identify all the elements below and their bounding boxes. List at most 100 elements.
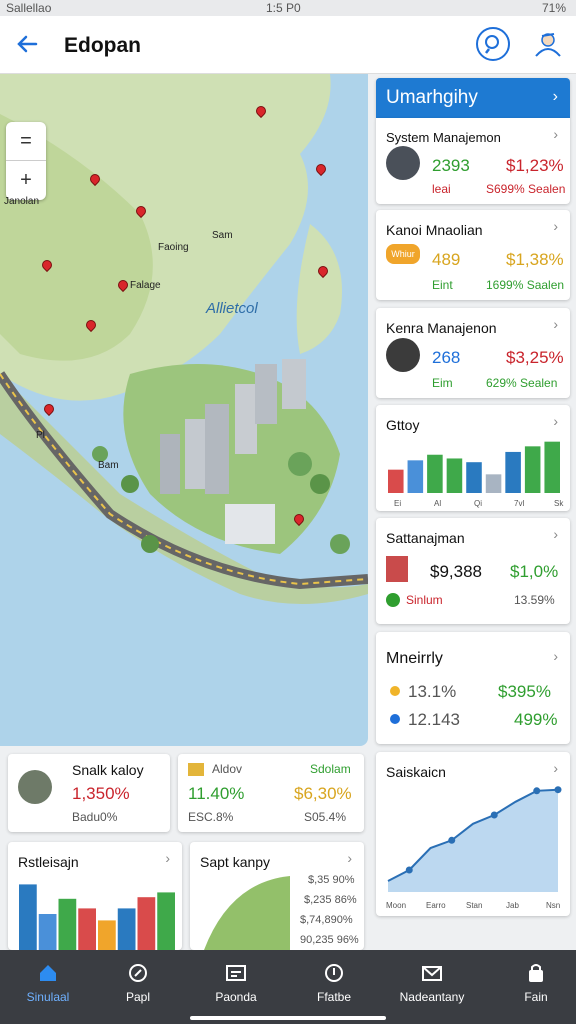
saiskaicn-line-chart: Moon Earro Stan Jab Nsn bbox=[386, 786, 562, 910]
gttoy-bar-chart: Ei Al Qi 7vl Sk bbox=[388, 441, 564, 508]
summary-header[interactable]: Umarhgihy › bbox=[376, 78, 570, 118]
chart-bar bbox=[58, 898, 77, 950]
mail-icon bbox=[422, 966, 442, 981]
card-title: Sattanajman bbox=[386, 530, 465, 546]
chart-icon bbox=[226, 965, 246, 981]
card-value: 1,350% bbox=[72, 784, 130, 803]
value-row: 90,235 96% bbox=[300, 934, 359, 946]
gttoy-chart-card[interactable]: Gttoy › Ei Al Qi 7vl Sk bbox=[376, 405, 570, 511]
card-right-title: Sdolam bbox=[310, 762, 351, 776]
legend-dot bbox=[390, 686, 400, 696]
profile-icon[interactable] bbox=[530, 26, 566, 62]
kanoi-card[interactable]: Kanoi Mnaolian › Whiur 489 $1,38% Eint 1… bbox=[376, 210, 570, 300]
card-sub-left: Sinlum bbox=[406, 593, 443, 607]
chart-bar bbox=[388, 469, 404, 493]
chart-tick-label: Stan bbox=[466, 901, 482, 910]
avatar bbox=[386, 338, 420, 372]
map-label: Bam bbox=[98, 460, 119, 471]
chart-bar bbox=[98, 920, 116, 950]
chart-tick-label: Qi bbox=[474, 499, 482, 508]
nav-item-ffatbe[interactable]: Ffatbe bbox=[286, 950, 382, 1024]
nav-item-home[interactable]: Sinulaal bbox=[0, 950, 96, 1024]
chart-bar bbox=[137, 897, 156, 950]
card-sub: Badu0% bbox=[72, 810, 118, 824]
map-view[interactable]: = + Janolan Faoing Falage Bam Sam Pl All… bbox=[0, 74, 368, 746]
chart-bar bbox=[38, 914, 57, 950]
home-icon bbox=[40, 965, 56, 981]
sapt-kanpy-card[interactable]: Sapt kanpy › $,35 90% $,235 86% $,74,890… bbox=[190, 842, 364, 950]
legend-dot bbox=[390, 714, 400, 724]
aldov-card[interactable]: Aldov Sdolam 11.40% $6,30% ESC.8% S05.4% bbox=[178, 754, 364, 832]
card-sub-left: leai bbox=[432, 182, 451, 196]
chart-point bbox=[533, 787, 541, 795]
card-sub-right: 13.59% bbox=[514, 593, 555, 607]
chart-bar bbox=[466, 462, 482, 493]
avatar bbox=[18, 770, 52, 804]
nav-item-papl[interactable]: Papl bbox=[90, 950, 186, 1024]
check-icon bbox=[386, 593, 400, 607]
chart-tick-label: Nsn bbox=[546, 901, 560, 910]
card-right-value: $6,30% bbox=[294, 784, 352, 803]
summary-title: Umarhgihy bbox=[386, 87, 478, 108]
compass-icon bbox=[129, 964, 147, 982]
status-badge: Whiur bbox=[386, 244, 420, 264]
system-management-card[interactable]: System Manajemon › 2393 $1,23% leai S699… bbox=[376, 118, 570, 204]
chart-point bbox=[490, 811, 498, 819]
nav-label: Fain bbox=[524, 990, 548, 1004]
chart-bar bbox=[78, 908, 96, 950]
card-title: System Manajemon bbox=[386, 130, 501, 145]
row-right: 499% bbox=[514, 710, 558, 729]
chart-tick-label: Al bbox=[434, 499, 441, 508]
chart-bar bbox=[485, 474, 502, 493]
chart-tick-label: Jab bbox=[506, 901, 519, 910]
card-value: $9,388 bbox=[430, 562, 482, 581]
nav-label: Papl bbox=[125, 990, 151, 1004]
thumbnail bbox=[386, 556, 408, 582]
back-arrow-icon[interactable] bbox=[14, 30, 42, 58]
rstleisajn-chart-card[interactable]: Rstleisajn › bbox=[8, 842, 182, 950]
status-time: 1:5 P0 bbox=[266, 1, 301, 15]
snalk-kaloy-card[interactable]: Snalk kaloy 1,350% Badu0% bbox=[8, 754, 170, 832]
nav-label: Sinulaal bbox=[26, 990, 70, 1004]
search-icon[interactable] bbox=[476, 27, 510, 61]
card-change: $1,0% bbox=[510, 562, 559, 581]
value-row: $,35 90% bbox=[308, 874, 355, 886]
chart-bar bbox=[524, 446, 541, 493]
nav-item-nadeantany[interactable]: Nadeantany bbox=[384, 950, 480, 1024]
kenra-card[interactable]: Kenra Manajenon › 268 $3,25% Eim 629% Se… bbox=[376, 308, 570, 398]
row-left: 13.1% bbox=[408, 682, 457, 701]
mneirrly-card[interactable]: Mneirrly › 13.1% $395% 12.143 499% bbox=[376, 632, 570, 744]
zoom-in-button[interactable]: + bbox=[6, 161, 46, 200]
chart-bar bbox=[446, 458, 463, 493]
card-sub-left: Eim bbox=[432, 376, 453, 390]
map-zoom-control: = + bbox=[6, 122, 46, 200]
app-bar: Edopan bbox=[0, 16, 576, 74]
card-sub-right: 629% Sealen bbox=[486, 376, 558, 390]
card-value: 489 bbox=[432, 250, 461, 269]
map-label: Falage bbox=[130, 280, 161, 291]
map-label: Sam bbox=[212, 230, 233, 241]
bottom-nav: Sinulaal Papl Paonda Ffatbe Nadeantany F… bbox=[0, 950, 576, 1024]
nav-item-fain[interactable]: Fain bbox=[488, 950, 576, 1024]
chart-tick-label: Ei bbox=[394, 499, 401, 508]
card-title: Kenra Manajenon bbox=[386, 320, 497, 336]
nav-item-paonda[interactable]: Paonda bbox=[188, 950, 284, 1024]
nav-label: Ffatbe bbox=[316, 990, 352, 1004]
card-title: Mneirrly bbox=[386, 650, 443, 667]
chart-bar bbox=[544, 441, 560, 493]
chart-bar bbox=[427, 454, 443, 493]
value-row: $,235 86% bbox=[304, 894, 357, 906]
card-change: $1,23% bbox=[506, 156, 564, 175]
status-battery: 71% bbox=[541, 1, 566, 15]
zoom-out-button[interactable]: = bbox=[6, 122, 46, 161]
sattanajman-card[interactable]: Sattanajman › $9,388 $1,0% Sinlum 13.59% bbox=[376, 518, 570, 624]
chart-point bbox=[405, 866, 413, 874]
card-value: 2393 bbox=[432, 156, 470, 175]
card-change: $3,25% bbox=[506, 348, 564, 367]
saiskaicn-chart-card[interactable]: Saiskaicn › Moon Earro Stan Jab Nsn bbox=[376, 752, 570, 916]
map-terrain bbox=[0, 74, 368, 604]
chart-tick-label: 7vl bbox=[514, 499, 524, 508]
value-row: $,74,890% bbox=[300, 914, 353, 926]
chevron-right-icon: › bbox=[553, 218, 558, 234]
chevron-right-icon: › bbox=[552, 88, 558, 105]
